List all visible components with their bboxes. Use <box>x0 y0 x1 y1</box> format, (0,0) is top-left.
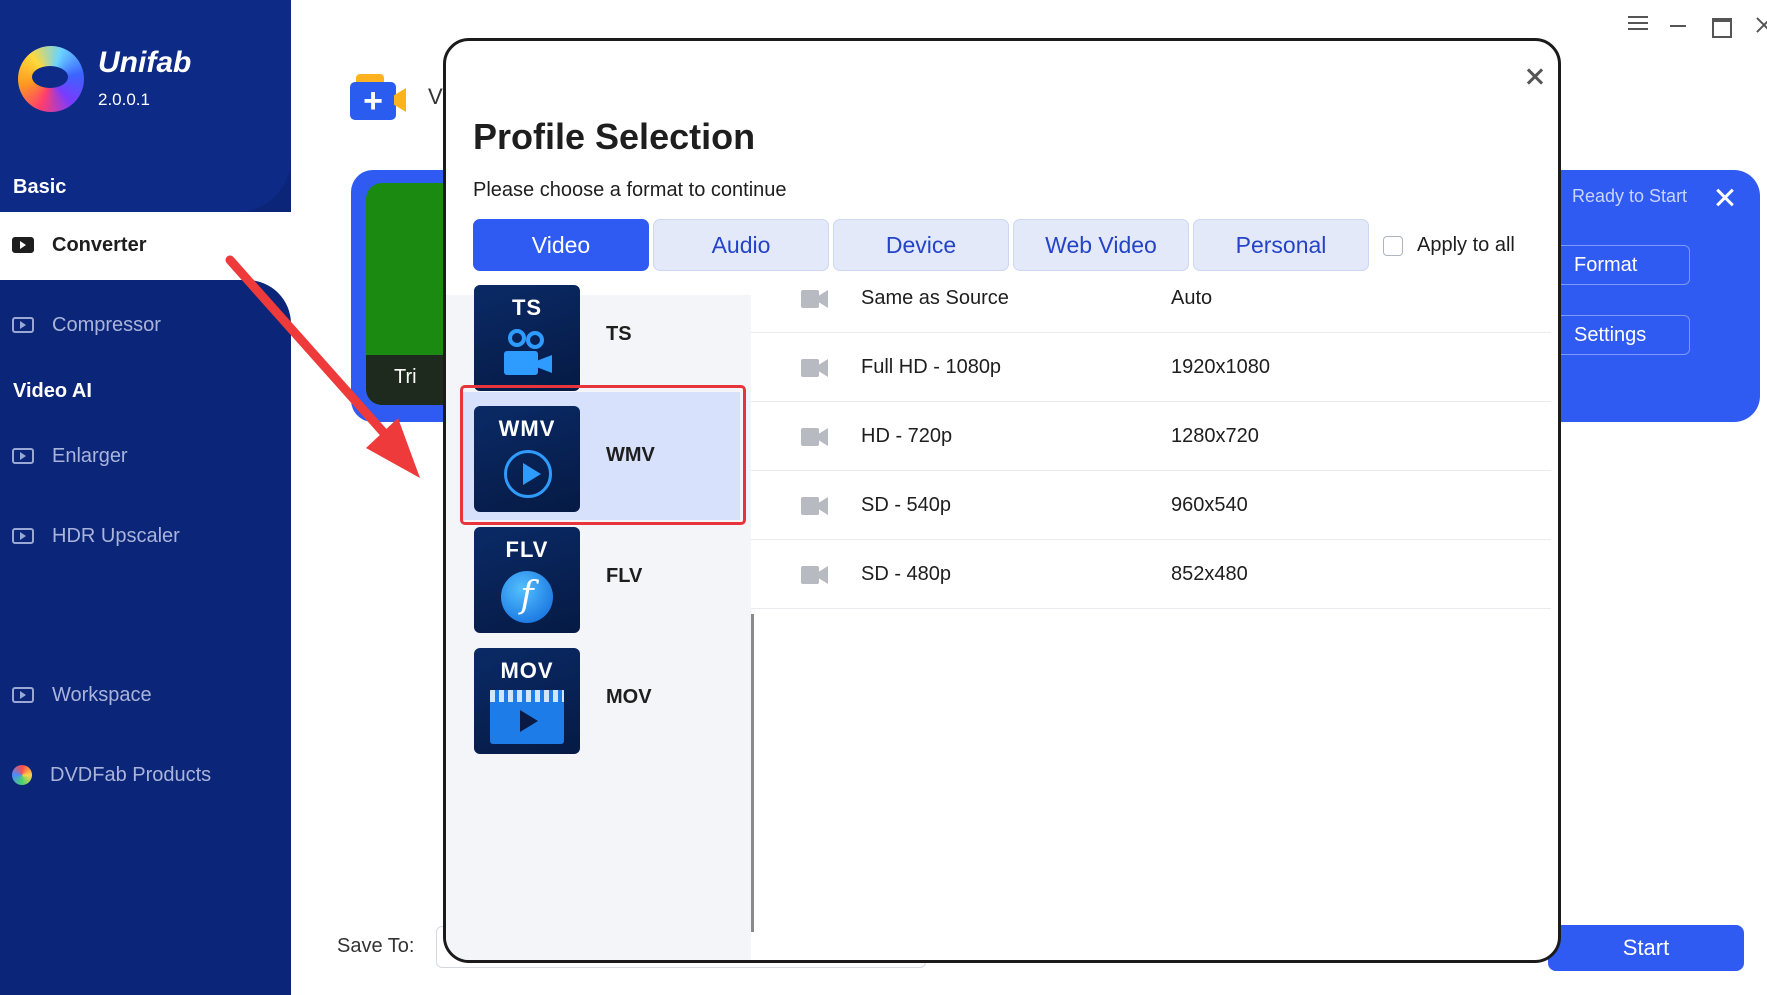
video-camera-icon <box>500 329 554 381</box>
enlarger-icon <box>12 448 34 464</box>
sidebar-item-hdr-upscaler[interactable]: HDR Upscaler <box>0 510 291 562</box>
resolution-name: SD - 480p <box>861 563 952 585</box>
dialog-subtitle: Please choose a format to continue <box>473 179 787 201</box>
section-video-ai: Video AI <box>13 380 92 402</box>
format-label: FLV <box>606 565 643 587</box>
compressor-icon <box>12 317 34 333</box>
format-label: TS <box>606 323 632 345</box>
sidebar-item-dvdfab-products[interactable]: DVDFab Products <box>0 749 291 801</box>
monitor-icon <box>12 687 34 703</box>
resolution-name: Same as Source <box>861 287 1009 309</box>
format-item-flv[interactable]: FLV f FLV <box>460 513 740 641</box>
unifab-logo-icon <box>18 46 84 112</box>
save-to-label: Save To: <box>337 935 415 957</box>
resolution-value: Auto <box>1171 287 1213 309</box>
minimize-icon[interactable] <box>1665 12 1691 38</box>
resolution-value: 1920x1080 <box>1171 356 1270 378</box>
tab-video[interactable]: Video <box>473 219 649 271</box>
maximize-icon[interactable] <box>1707 12 1733 38</box>
converter-icon <box>12 237 34 253</box>
dvdfab-logo-icon <box>12 765 32 785</box>
sidebar: Unifab 2.0.0.1 Basic Converter Compresso… <box>0 0 291 995</box>
format-item-ts[interactable]: TS TS <box>460 271 740 399</box>
video-camera-icon <box>801 359 829 377</box>
section-basic: Basic <box>13 176 67 198</box>
resolution-name: Full HD - 1080p <box>861 356 1002 378</box>
scrollbar[interactable] <box>751 614 754 932</box>
resolution-row[interactable]: Full HD - 1080p 1920x1080 <box>751 333 1551 402</box>
resolution-name: HD - 720p <box>861 425 953 447</box>
dialog-title: Profile Selection <box>473 116 756 157</box>
apply-to-all[interactable]: Apply to all <box>1383 234 1515 257</box>
trim-button[interactable]: Tri <box>394 366 417 389</box>
brand-area: Unifab 2.0.0.1 Basic <box>0 0 291 212</box>
format-button[interactable]: Format <box>1540 245 1690 285</box>
flv-format-icon: FLV f <box>474 527 580 633</box>
sidebar-item-label: Converter <box>52 233 147 256</box>
sidebar-item-label: HDR Upscaler <box>52 524 180 547</box>
status-ready: Ready to Start <box>1572 186 1688 206</box>
profile-selection-dialog: Profile Selection Please choose a format… <box>443 38 1561 963</box>
format-label: MOV <box>606 686 652 708</box>
sidebar-item-converter[interactable]: Converter <box>0 219 291 271</box>
app-name: Unifab <box>98 46 192 79</box>
flash-icon: f <box>501 571 553 623</box>
sidebar-item-enlarger[interactable]: Enlarger <box>0 430 291 482</box>
format-item-mov[interactable]: MOV MOV <box>460 634 740 762</box>
apply-to-all-label: Apply to all <box>1417 234 1515 256</box>
ts-format-icon: TS <box>474 285 580 391</box>
close-icon[interactable] <box>1712 184 1738 210</box>
resolution-value: 1280x720 <box>1171 425 1259 447</box>
resolution-row[interactable]: HD - 720p 1280x720 <box>751 402 1551 471</box>
sidebar-item-compressor[interactable]: Compressor <box>0 299 291 351</box>
apply-to-all-checkbox[interactable] <box>1383 235 1403 256</box>
sidebar-item-label: Enlarger <box>52 444 128 467</box>
resolution-value: 960x540 <box>1171 494 1248 516</box>
sidebar-item-label: Compressor <box>52 313 161 336</box>
mov-format-icon: MOV <box>474 648 580 754</box>
resolution-value: 852x480 <box>1171 563 1248 585</box>
sidebar-item-label: DVDFab Products <box>50 763 212 786</box>
resolution-list: Same as Source Auto Full HD - 1080p 1920… <box>751 264 1551 609</box>
video-camera-icon <box>801 428 829 446</box>
resolution-row[interactable]: SD - 540p 960x540 <box>751 471 1551 540</box>
video-camera-icon <box>801 566 829 584</box>
selection-highlight-box <box>460 385 746 525</box>
add-video-icon[interactable]: + <box>350 68 406 120</box>
film-play-icon <box>490 690 564 744</box>
app-version: 2.0.0.1 <box>98 90 150 109</box>
settings-button[interactable]: Settings <box>1540 315 1690 355</box>
sidebar-item-label: Workspace <box>52 683 152 706</box>
hdr-icon <box>12 528 34 544</box>
start-button[interactable]: Start <box>1548 925 1744 971</box>
resolution-row[interactable]: Same as Source Auto <box>751 264 1551 333</box>
video-camera-icon <box>801 497 829 515</box>
resolution-row[interactable]: SD - 480p 852x480 <box>751 540 1551 609</box>
close-icon[interactable] <box>1522 63 1548 89</box>
menu-icon[interactable] <box>1625 12 1651 38</box>
add-video-label[interactable]: V <box>428 84 443 110</box>
sidebar-item-workspace[interactable]: Workspace <box>0 669 291 721</box>
video-camera-icon <box>801 290 829 308</box>
close-window-icon[interactable] <box>1752 12 1767 38</box>
resolution-name: SD - 540p <box>861 494 952 516</box>
